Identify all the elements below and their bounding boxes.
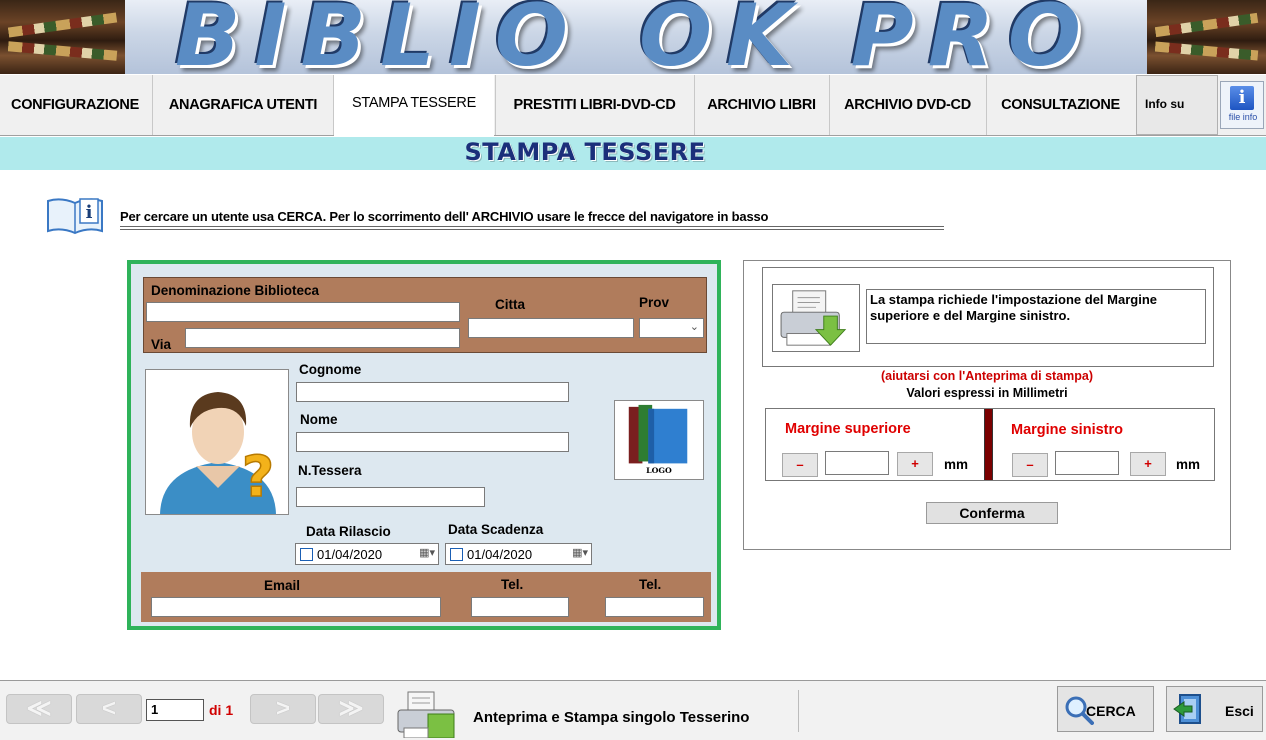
- print-preview-icon[interactable]: [394, 690, 462, 738]
- svg-text:?: ?: [242, 445, 274, 510]
- surname-label: Cognome: [299, 362, 362, 377]
- svg-text:i: i: [86, 202, 93, 223]
- next-record-button[interactable]: >: [250, 694, 316, 724]
- card-number-label: N.Tessera: [298, 463, 362, 478]
- card-number-field[interactable]: [296, 487, 485, 507]
- city-label: Citta: [495, 297, 525, 312]
- print-margin-message: La stampa richiede l'impostazione del Ma…: [866, 289, 1206, 344]
- expiry-date-picker[interactable]: 01/04/2020 ▦▾: [445, 543, 592, 565]
- menu-tab-stampa-tessere[interactable]: STAMPA TESSERE: [334, 75, 494, 136]
- city-field[interactable]: [468, 318, 634, 338]
- printer-icon: [780, 290, 847, 346]
- prov-label: Prov: [639, 295, 670, 310]
- name-label: Nome: [300, 412, 338, 427]
- record-number-input[interactable]: 1: [146, 699, 204, 721]
- hint-text: Per cercare un utente usa CERCA. Per lo …: [120, 209, 769, 224]
- menu-tab-archivio-dvd-cd[interactable]: ARCHIVIO DVD-CD: [830, 75, 985, 135]
- section-title: STAMPA TESSERE: [464, 138, 706, 166]
- books-right-image: [1147, 0, 1266, 74]
- tel2-field[interactable]: [605, 597, 704, 617]
- logo-text: LOGO: [646, 466, 672, 475]
- left-margin-decrease-button[interactable]: –: [1012, 453, 1048, 477]
- exit-label: Esci: [1225, 703, 1254, 719]
- last-record-button[interactable]: ≫: [318, 694, 384, 724]
- email-field[interactable]: [151, 597, 441, 617]
- top-margin-increase-button[interactable]: +: [897, 452, 933, 476]
- expiry-date-checkbox[interactable]: [450, 548, 463, 561]
- preview-print-label[interactable]: Anteprima e Stampa singolo Tesserino: [473, 709, 749, 726]
- menu-separator: [152, 75, 153, 135]
- top-margin-input[interactable]: [825, 451, 889, 475]
- menu-tab-configurazione[interactable]: CONFIGURAZIONE: [0, 75, 150, 135]
- street-label: Via: [151, 337, 172, 352]
- calendar-dropdown-icon[interactable]: ▦▾: [419, 546, 435, 559]
- first-record-button[interactable]: ≪: [6, 694, 72, 724]
- search-button[interactable]: CERCA: [1057, 686, 1154, 732]
- issue-date-value: 01/04/2020: [317, 547, 383, 562]
- units-note: Valori espressi in Millimetri: [906, 386, 1068, 400]
- menu-tab-archivio-libri[interactable]: ARCHIVIO LIBRI: [695, 75, 828, 135]
- library-logo: LOGO: [614, 400, 704, 480]
- books-logo-icon: LOGO: [628, 404, 688, 475]
- hint-underline: [120, 226, 944, 230]
- calendar-dropdown-icon[interactable]: ▦▾: [572, 546, 588, 559]
- exit-door-icon: [1173, 694, 1201, 724]
- footer-separator: [798, 690, 799, 732]
- email-label: Email: [264, 578, 301, 593]
- previous-record-button[interactable]: <: [76, 694, 142, 724]
- main-menu-bar: CONFIGURAZIONE ANAGRAFICA UTENTI STAMPA …: [0, 74, 1266, 136]
- left-margin-label: Margine sinistro: [1011, 422, 1123, 438]
- street-field[interactable]: [185, 328, 460, 348]
- left-margin-increase-button[interactable]: +: [1130, 452, 1166, 476]
- issue-date-checkbox[interactable]: [300, 548, 313, 561]
- printer-image: [772, 284, 860, 352]
- menu-tab-anagrafica-utenti[interactable]: ANAGRAFICA UTENTI: [154, 75, 332, 135]
- expiry-date-value: 01/04/2020: [467, 547, 533, 562]
- file-info-label: file info: [1228, 112, 1258, 122]
- library-name-label: Denominazione Biblioteca: [151, 283, 320, 298]
- menu-tab-consultazione[interactable]: CONSULTAZIONE: [987, 75, 1134, 135]
- left-margin-input[interactable]: [1055, 451, 1119, 475]
- left-margin-unit: mm: [1176, 457, 1201, 472]
- surname-field[interactable]: [296, 382, 569, 402]
- name-field[interactable]: [296, 432, 569, 452]
- banner-title: BIBLIO_OK PRO: [174, 0, 1096, 74]
- app-banner: BIBLIO_OK PRO: [0, 0, 1266, 74]
- top-margin-decrease-button[interactable]: –: [782, 453, 818, 477]
- info-book-icon: i: [47, 198, 103, 235]
- confirm-button[interactable]: Conferma: [926, 502, 1058, 524]
- top-margin-label: Margine superiore: [785, 421, 911, 437]
- expiry-date-label: Data Scadenza: [448, 522, 544, 537]
- file-info-button[interactable]: i file info: [1220, 81, 1264, 129]
- top-margin-unit: mm: [944, 457, 969, 472]
- issue-date-label: Data Rilascio: [306, 524, 391, 539]
- tel1-label: Tel.: [501, 577, 524, 592]
- user-photo: ?: [145, 369, 289, 515]
- info-label: Info su: [1136, 75, 1218, 135]
- tel2-label: Tel.: [639, 577, 662, 592]
- info-icon: i: [1230, 86, 1254, 110]
- exit-button[interactable]: Esci: [1166, 686, 1263, 732]
- avatar-placeholder-icon: ?: [160, 392, 276, 514]
- chevron-down-icon: ⌄: [689, 321, 699, 333]
- search-label: CERCA: [1086, 703, 1136, 719]
- preview-hint: (aiutarsi con l'Anteprima di stampa): [880, 369, 1094, 383]
- margins-divider: [984, 409, 993, 480]
- prov-select[interactable]: ⌄: [639, 318, 704, 338]
- tel1-field[interactable]: [471, 597, 569, 617]
- library-name-field[interactable]: [146, 302, 460, 322]
- issue-date-picker[interactable]: 01/04/2020 ▦▾: [295, 543, 439, 565]
- menu-tab-prestiti[interactable]: PRESTITI LIBRI-DVD-CD: [496, 75, 693, 135]
- record-total: di 1: [209, 702, 234, 718]
- books-left-image: [0, 0, 125, 74]
